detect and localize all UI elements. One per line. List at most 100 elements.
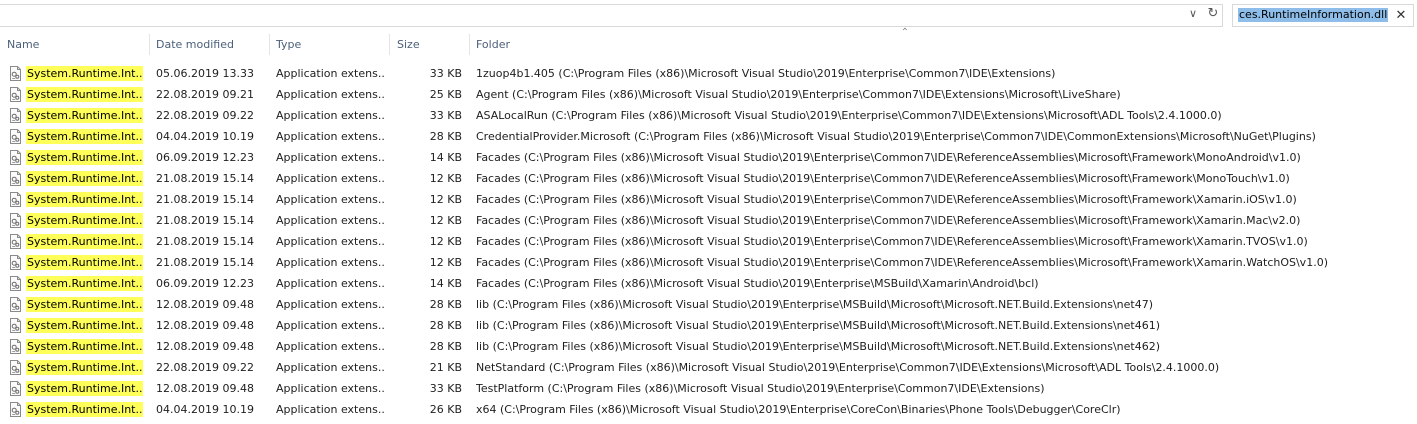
file-size: 12 KB xyxy=(429,256,462,269)
table-row[interactable]: System.Runtime.Int... 04.04.2019 10.19 App… xyxy=(0,126,1417,147)
file-size: 28 KB xyxy=(429,130,462,143)
file-folder: Facades (C:\Program Files (x86)\Microsof… xyxy=(476,277,1039,290)
file-date-modified: 21.08.2019 15.14 xyxy=(156,193,254,206)
file-folder: Facades (C:\Program Files (x86)\Microsof… xyxy=(476,151,1301,164)
table-row[interactable]: System.Runtime.Int... 12.08.2019 09.48 App… xyxy=(0,378,1417,399)
file-date-modified: 04.04.2019 10.19 xyxy=(156,403,254,416)
table-row[interactable]: System.Runtime.Int... 21.08.2019 15.14 App… xyxy=(0,231,1417,252)
column-header-folder[interactable]: Folder xyxy=(476,32,510,57)
search-input[interactable]: ces.RuntimeInformation.dll xyxy=(1238,8,1389,22)
table-row[interactable]: System.Runtime.Int... 21.08.2019 15.14 App… xyxy=(0,189,1417,210)
file-folder: lib (C:\Program Files (x86)\Microsoft Vi… xyxy=(476,340,1161,353)
file-folder: Facades (C:\Program Files (x86)\Microsof… xyxy=(476,172,1290,185)
file-type: Application extens... xyxy=(276,67,386,80)
refresh-icon[interactable]: ↻ xyxy=(1205,5,1221,22)
file-type: Application extens... xyxy=(276,151,386,164)
table-row[interactable]: System.Runtime.Int... 04.04.2019 10.19 App… xyxy=(0,399,1417,420)
file-name[interactable]: System.Runtime.Int... xyxy=(26,150,143,165)
dll-file-icon xyxy=(9,213,22,228)
file-name[interactable]: System.Runtime.Int... xyxy=(26,213,143,228)
file-size: 28 KB xyxy=(429,319,462,332)
file-name[interactable]: System.Runtime.Int... xyxy=(26,402,143,417)
column-divider[interactable] xyxy=(389,34,390,55)
file-name[interactable]: System.Runtime.Int... xyxy=(26,381,143,396)
file-type: Application extens... xyxy=(276,172,386,185)
file-date-modified: 12.08.2019 09.48 xyxy=(156,298,254,311)
dll-file-icon xyxy=(9,108,22,123)
file-name[interactable]: System.Runtime.Int... xyxy=(26,171,143,186)
file-folder: CredentialProvider.Microsoft (C:\Program… xyxy=(476,130,1316,143)
dll-file-icon xyxy=(9,87,22,102)
file-name[interactable]: System.Runtime.Int... xyxy=(26,339,143,354)
file-name[interactable]: System.Runtime.Int... xyxy=(26,66,143,81)
file-type: Application extens... xyxy=(276,256,386,269)
dll-file-icon xyxy=(9,402,22,417)
file-size: 28 KB xyxy=(429,298,462,311)
file-size: 25 KB xyxy=(429,88,462,101)
file-type: Application extens... xyxy=(276,88,386,101)
table-row[interactable]: System.Runtime.Int... 21.08.2019 15.14 App… xyxy=(0,252,1417,273)
table-row[interactable]: System.Runtime.Int... 12.08.2019 09.48 App… xyxy=(0,294,1417,315)
close-icon[interactable]: ✕ xyxy=(1392,5,1410,26)
file-type: Application extens... xyxy=(276,109,386,122)
file-name[interactable]: System.Runtime.Int... xyxy=(26,360,143,375)
table-row[interactable]: System.Runtime.Int... 12.08.2019 09.48 App… xyxy=(0,336,1417,357)
search-box[interactable]: ces.RuntimeInformation.dll ✕ xyxy=(1232,4,1414,27)
table-row[interactable]: System.Runtime.Int... 22.08.2019 09.21 App… xyxy=(0,84,1417,105)
table-row[interactable]: System.Runtime.Int... 12.08.2019 09.48 App… xyxy=(0,315,1417,336)
file-size: 12 KB xyxy=(429,193,462,206)
table-row[interactable]: System.Runtime.Int... 06.09.2019 12.23 App… xyxy=(0,147,1417,168)
file-size: 21 KB xyxy=(429,361,462,374)
file-type: Application extens... xyxy=(276,298,386,311)
address-toolbar: ∨ ↻ ces.RuntimeInformation.dll ✕ xyxy=(0,0,1417,30)
table-row[interactable]: System.Runtime.Int... 06.09.2019 12.23 App… xyxy=(0,273,1417,294)
file-type: Application extens... xyxy=(276,214,386,227)
file-size: 33 KB xyxy=(429,382,462,395)
dll-file-icon xyxy=(9,318,22,333)
file-date-modified: 22.08.2019 09.22 xyxy=(156,361,254,374)
file-folder: ASALocalRun (C:\Program Files (x86)\Micr… xyxy=(476,109,1222,122)
address-bar[interactable] xyxy=(0,4,1223,27)
file-name[interactable]: System.Runtime.Int... xyxy=(26,318,143,333)
file-name[interactable]: System.Runtime.Int... xyxy=(26,87,143,102)
table-row[interactable]: System.Runtime.Int... 05.06.2019 13.33 App… xyxy=(0,63,1417,84)
file-date-modified: 21.08.2019 15.14 xyxy=(156,235,254,248)
column-divider[interactable] xyxy=(149,34,150,55)
file-type: Application extens... xyxy=(276,130,386,143)
file-date-modified: 12.08.2019 09.48 xyxy=(156,340,254,353)
file-folder: TestPlatform (C:\Program Files (x86)\Mic… xyxy=(476,382,1045,395)
file-name[interactable]: System.Runtime.Int... xyxy=(26,192,143,207)
file-name[interactable]: System.Runtime.Int... xyxy=(26,234,143,249)
file-name[interactable]: System.Runtime.Int... xyxy=(26,129,143,144)
dll-file-icon xyxy=(9,66,22,81)
file-folder: Facades (C:\Program Files (x86)\Microsof… xyxy=(476,235,1308,248)
file-type: Application extens... xyxy=(276,235,386,248)
column-header: Name Date modified Type Size Folder xyxy=(0,32,1417,57)
file-folder: Agent (C:\Program Files (x86)\Microsoft … xyxy=(476,88,1121,101)
column-header-name[interactable]: Name xyxy=(7,32,39,57)
chevron-down-icon[interactable]: ∨ xyxy=(1186,7,1200,21)
column-divider[interactable] xyxy=(269,34,270,55)
column-header-type[interactable]: Type xyxy=(276,32,301,57)
table-row[interactable]: System.Runtime.Int... 22.08.2019 09.22 App… xyxy=(0,357,1417,378)
file-size: 12 KB xyxy=(429,235,462,248)
column-header-size[interactable]: Size xyxy=(397,32,420,57)
column-divider[interactable] xyxy=(469,34,470,55)
file-date-modified: 04.04.2019 10.19 xyxy=(156,130,254,143)
column-header-date[interactable]: Date modified xyxy=(156,32,234,57)
dll-file-icon xyxy=(9,150,22,165)
table-row[interactable]: System.Runtime.Int... 21.08.2019 15.14 App… xyxy=(0,168,1417,189)
dll-file-icon xyxy=(9,381,22,396)
file-name[interactable]: System.Runtime.Int... xyxy=(26,297,143,312)
file-folder: Facades (C:\Program Files (x86)\Microsof… xyxy=(476,193,1297,206)
dll-file-icon xyxy=(9,339,22,354)
table-row[interactable]: System.Runtime.Int... 22.08.2019 09.22 App… xyxy=(0,105,1417,126)
dll-file-icon xyxy=(9,255,22,270)
file-size: 33 KB xyxy=(429,109,462,122)
file-name[interactable]: System.Runtime.Int... xyxy=(26,108,143,123)
file-name[interactable]: System.Runtime.Int... xyxy=(26,255,143,270)
file-name[interactable]: System.Runtime.Int... xyxy=(26,276,143,291)
file-folder: lib (C:\Program Files (x86)\Microsoft Vi… xyxy=(476,319,1161,332)
table-row[interactable]: System.Runtime.Int... 21.08.2019 15.14 App… xyxy=(0,210,1417,231)
file-type: Application extens... xyxy=(276,382,386,395)
